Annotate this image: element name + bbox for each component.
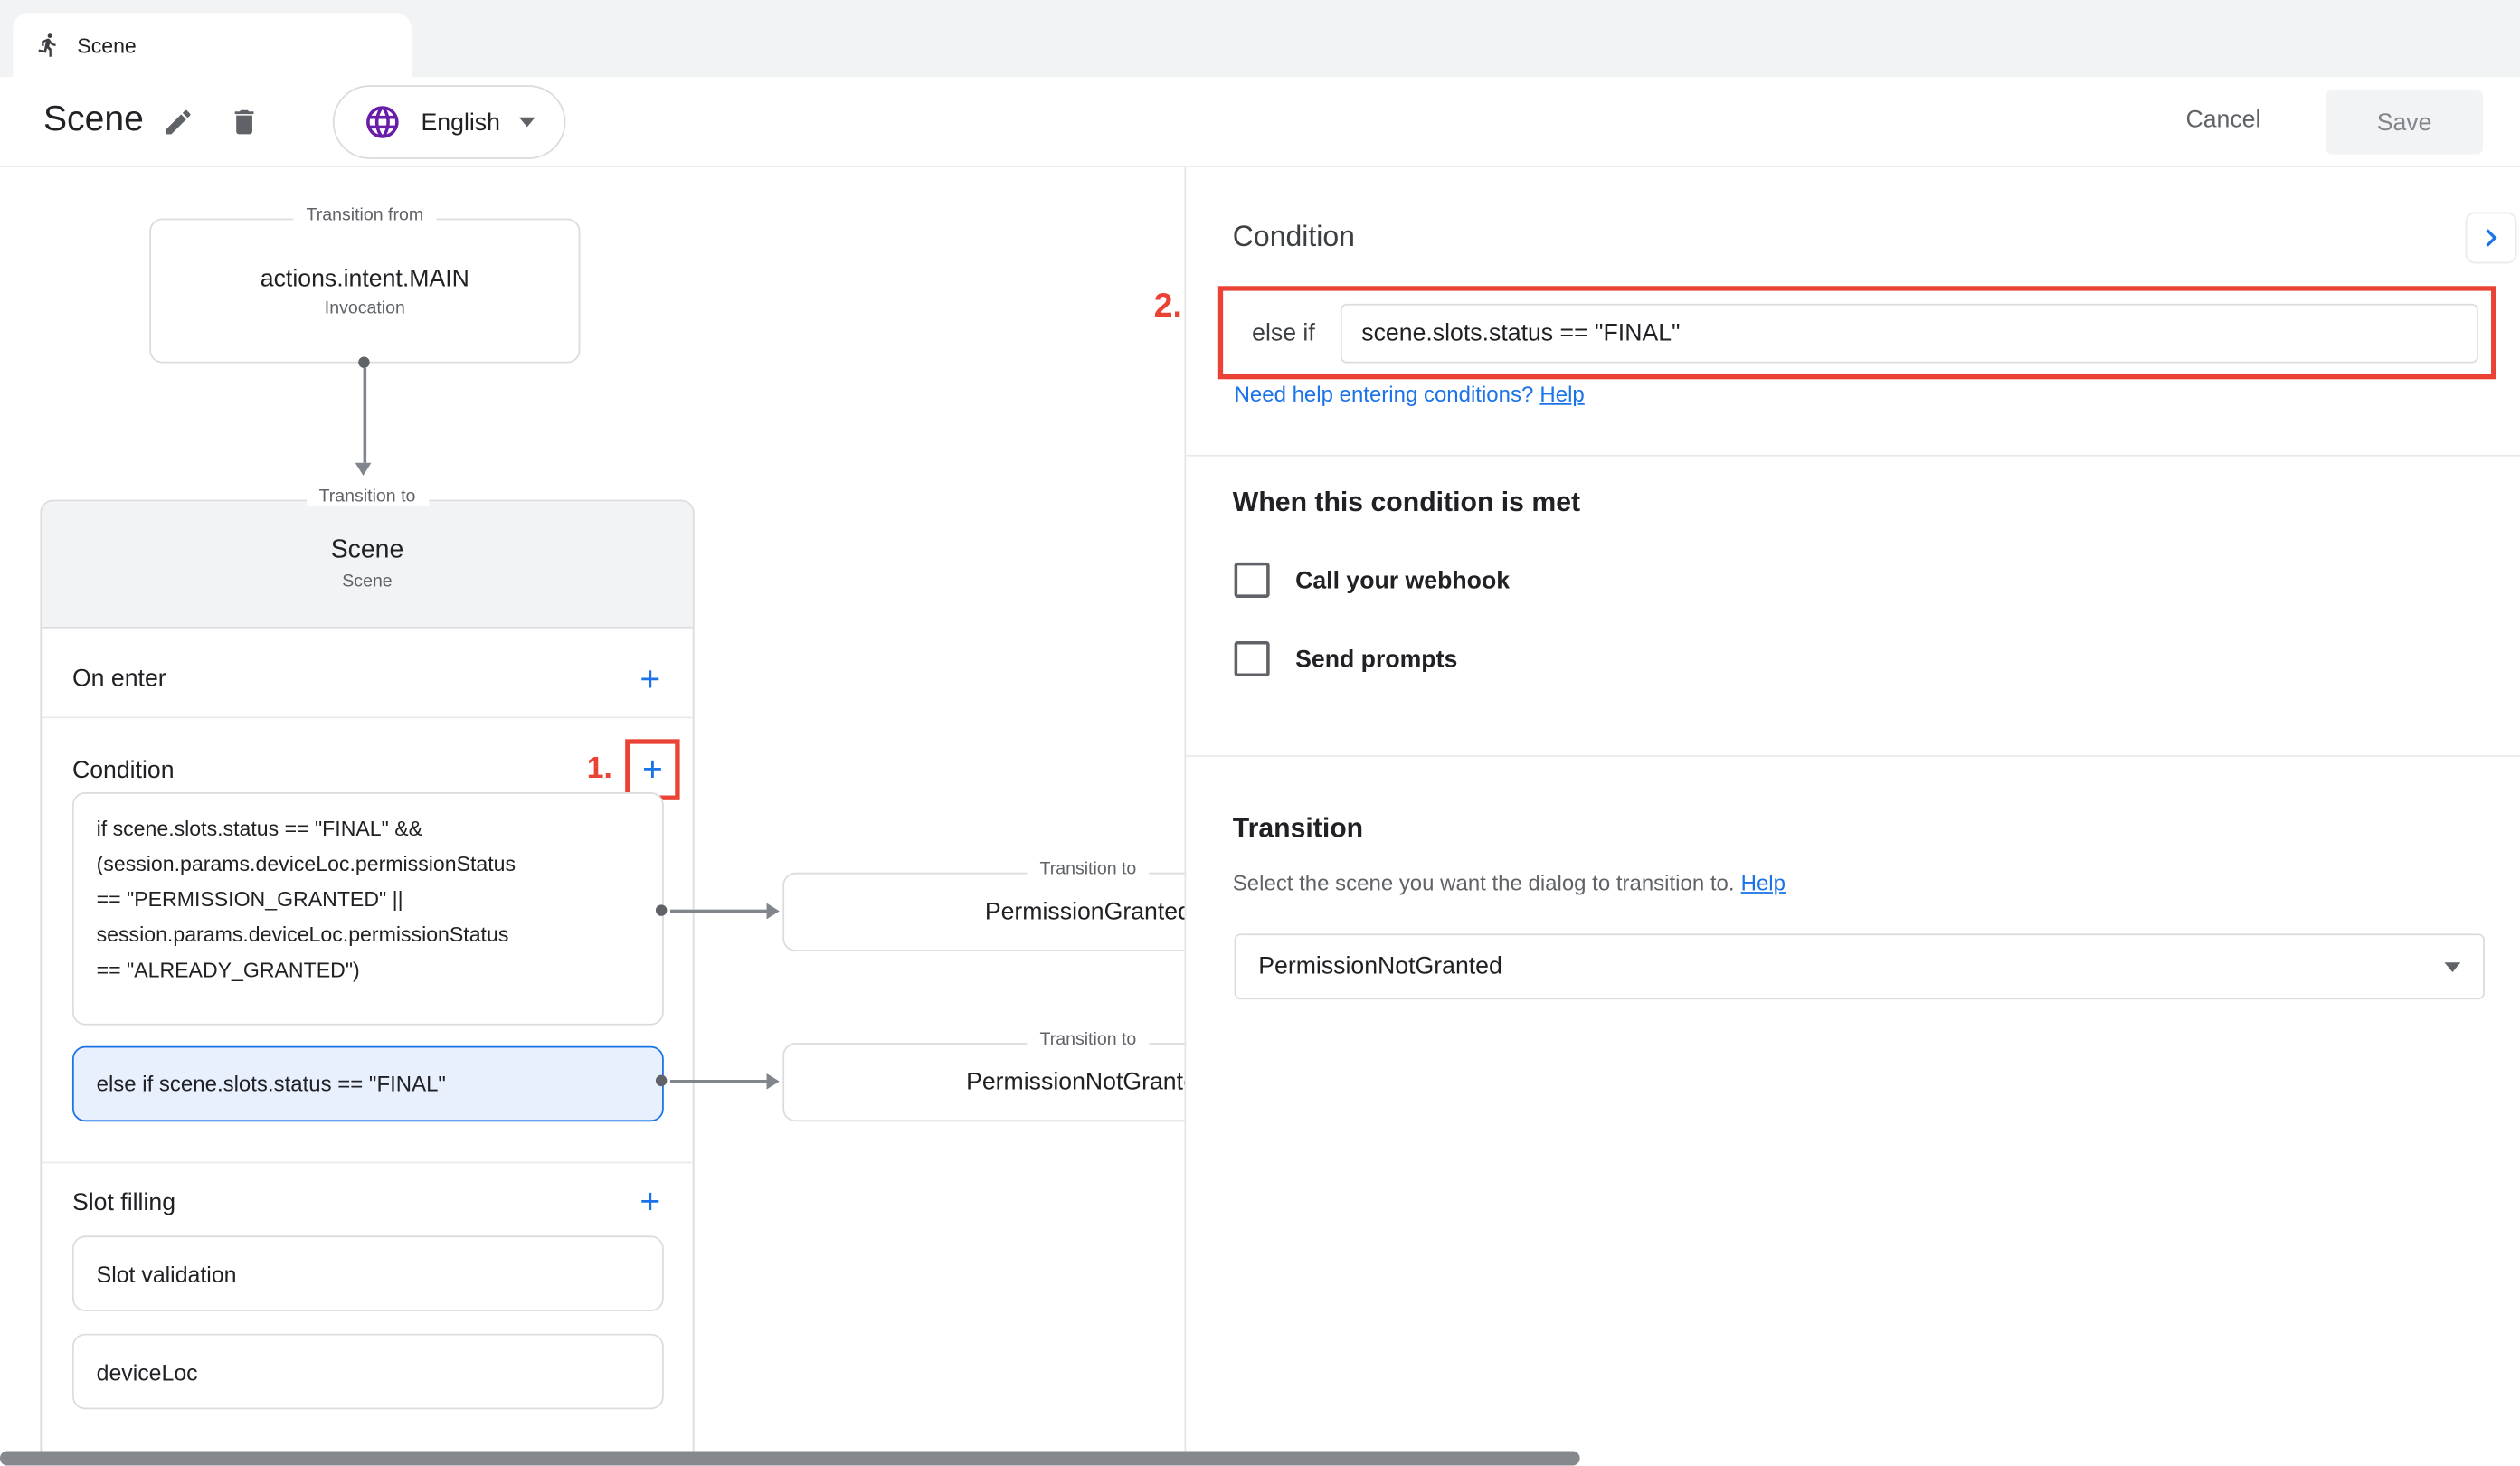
scene-editor-header: Scene English Cancel Save: [0, 77, 2520, 167]
deviceloc-slot-card[interactable]: deviceLoc: [72, 1334, 664, 1410]
transition-from-node[interactable]: Transition from actions.intent.MAIN Invo…: [149, 219, 580, 364]
transition-description: Select the scene you want the dialog to …: [1233, 871, 1786, 895]
slot-filling-section: Slot filling +: [42, 1167, 693, 1237]
transition-scene-dropdown[interactable]: PermissionNotGranted: [1235, 933, 2485, 999]
page-title: Scene: [43, 98, 144, 139]
scene-node-title: Scene: [331, 536, 404, 565]
annotation-step-2: 2.: [1154, 288, 1182, 326]
collapse-panel-button[interactable]: [2466, 213, 2517, 264]
language-value: English: [422, 109, 500, 136]
add-on-enter-button[interactable]: +: [639, 661, 660, 696]
annotation-step-1: 1.: [587, 752, 612, 788]
slot-filling-label: Slot filling: [72, 1188, 175, 1215]
pencil-icon: [162, 106, 194, 138]
prompts-label: Send prompts: [1295, 645, 1457, 672]
else-if-label: else if: [1252, 319, 1315, 346]
chevron-down-icon: [519, 118, 535, 128]
section-divider: [42, 1162, 693, 1164]
save-button[interactable]: Save: [2326, 90, 2483, 155]
chevron-right-icon: [2473, 220, 2508, 255]
send-prompts-option[interactable]: Send prompts: [1235, 641, 1458, 676]
intent-name: actions.intent.MAIN: [261, 264, 469, 291]
trash-icon: [228, 106, 261, 138]
target-chip: Transition to: [1027, 860, 1149, 879]
condition-help-line: Need help entering conditions?Help: [1235, 383, 1585, 407]
condition-card-elseif[interactable]: else if scene.slots.status == "FINAL": [72, 1046, 664, 1122]
transition-heading: Transition: [1233, 813, 1363, 846]
transition-from-chip: Transition from: [293, 205, 436, 224]
horizontal-scrollbar[interactable]: [0, 1451, 1580, 1465]
call-webhook-option[interactable]: Call your webhook: [1235, 563, 1510, 598]
target-scene-name: PermissionGranted: [985, 898, 1191, 925]
transition-scene-value: PermissionNotGranted: [1258, 953, 2444, 980]
language-selector[interactable]: English: [333, 85, 566, 159]
arrow-right-icon: [767, 1073, 780, 1090]
annotation-highlight-box-1: +: [625, 739, 679, 800]
panel-condition-heading: Condition: [1233, 220, 1355, 253]
condition-label: Condition: [72, 756, 175, 783]
run-person-icon: [35, 33, 61, 58]
condition-card-if[interactable]: if scene.slots.status == "FINAL" && (ses…: [72, 792, 664, 1026]
globe-icon: [364, 103, 403, 142]
add-condition-button[interactable]: +: [642, 752, 663, 788]
delete-scene-button[interactable]: [225, 103, 264, 142]
scene-node: Transition to Scene Scene On enter + Con…: [40, 500, 694, 1466]
target-chip: Transition to: [1027, 1030, 1149, 1049]
condition-add-area: 1. +: [587, 739, 680, 800]
transition-to-chip: Transition to: [306, 487, 428, 506]
intent-subtitle: Invocation: [325, 298, 405, 317]
help-link[interactable]: Help: [1539, 383, 1584, 407]
condition-expression-input[interactable]: scene.slots.status == "FINAL": [1341, 303, 2478, 363]
connector-dot: [656, 1075, 667, 1086]
when-condition-met-heading: When this condition is met: [1233, 487, 1580, 519]
scene-canvas: Transition from actions.intent.MAIN Invo…: [0, 167, 2520, 1466]
transition-help-link[interactable]: Help: [1741, 871, 1786, 895]
tab-title: Scene: [77, 33, 137, 57]
on-enter-section: On enter +: [42, 641, 693, 718]
connector-line: [670, 1080, 767, 1083]
edit-scene-button[interactable]: [159, 103, 198, 142]
browser-tab-strip: Scene: [0, 0, 2520, 77]
arrow-down-icon: [355, 463, 372, 476]
chevron-down-icon: [2445, 961, 2461, 971]
scene-node-header[interactable]: Scene Scene: [42, 501, 693, 628]
panel-divider: [1186, 755, 2520, 757]
arrow-right-icon: [767, 903, 780, 920]
connector-dot: [656, 904, 667, 915]
add-slot-button[interactable]: +: [639, 1185, 660, 1220]
scene-node-subtitle: Scene: [342, 572, 392, 591]
help-prompt-text: Need help entering conditions?: [1235, 383, 1534, 407]
webhook-checkbox[interactable]: [1235, 563, 1270, 598]
connector-line: [670, 910, 767, 913]
app-window: Scene Scene English Cancel Save Tr: [0, 0, 2520, 1465]
scene-tab[interactable]: Scene: [13, 13, 412, 77]
prompts-checkbox[interactable]: [1235, 641, 1270, 676]
annotation-highlight-box-2: else if scene.slots.status == "FINAL": [1218, 286, 2496, 379]
target-scene-name: PermissionNotGranted: [966, 1069, 1210, 1096]
transition-desc-text: Select the scene you want the dialog to …: [1233, 871, 1735, 895]
webhook-label: Call your webhook: [1295, 566, 1510, 593]
connector-dot: [358, 356, 369, 367]
slot-validation-card[interactable]: Slot validation: [72, 1235, 664, 1311]
on-enter-label: On enter: [72, 666, 166, 693]
panel-divider: [1186, 455, 2520, 457]
cancel-button[interactable]: Cancel: [2185, 106, 2260, 133]
connector-line: [364, 368, 367, 463]
